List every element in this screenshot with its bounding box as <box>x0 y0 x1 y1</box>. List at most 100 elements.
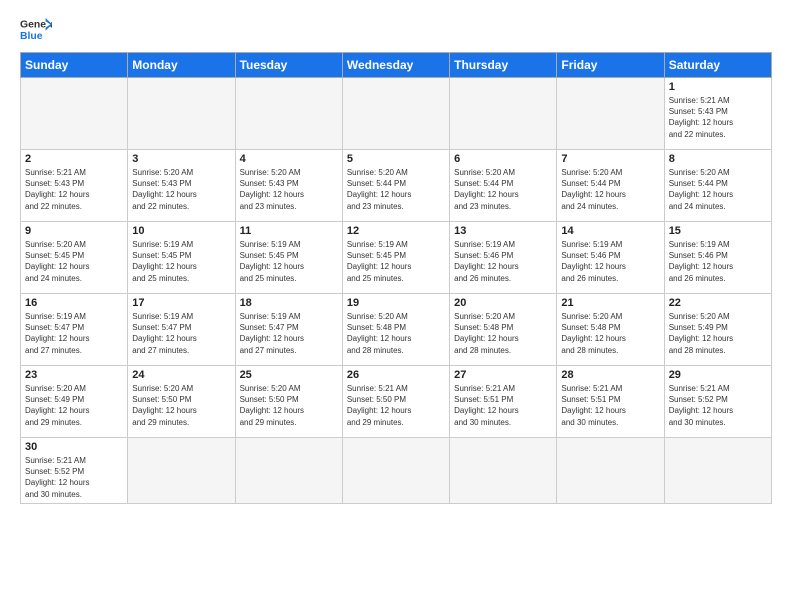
day-number: 6 <box>454 153 552 165</box>
header: General Blue <box>20 16 772 44</box>
calendar-cell: 16Sunrise: 5:19 AM Sunset: 5:47 PM Dayli… <box>21 294 128 366</box>
day-header-row: SundayMondayTuesdayWednesdayThursdayFrid… <box>21 53 772 78</box>
calendar-cell: 9 Sunrise: 5:20 AM Sunset: 5:45 PM Daylig… <box>21 222 128 294</box>
day-of-week-sunday: Sunday <box>21 53 128 78</box>
day-of-week-saturday: Saturday <box>664 53 771 78</box>
calendar-cell <box>128 78 235 150</box>
calendar-cell <box>450 78 557 150</box>
day-number: 2 <box>25 153 123 165</box>
day-number: 18 <box>240 297 338 309</box>
calendar-cell <box>128 438 235 504</box>
calendar-cell <box>235 438 342 504</box>
calendar-cell <box>450 438 557 504</box>
calendar-cell <box>557 438 664 504</box>
day-number: 9 <box>25 225 123 237</box>
calendar-cell: 29 Sunrise: 5:21 AM Sunset: 5:52 PM Dayli… <box>664 366 771 438</box>
day-info: Sunrise: 5:19 AM Sunset: 5:45 PM Dayligh… <box>240 239 338 284</box>
calendar-cell: 10 Sunrise: 5:19 AM Sunset: 5:45 PM Dayli… <box>128 222 235 294</box>
calendar-cell <box>21 78 128 150</box>
day-info: Sunrise: 5:19 AM Sunset: 5:46 PM Dayligh… <box>669 239 767 284</box>
calendar-cell: 24Sunrise: 5:20 AM Sunset: 5:50 PM Dayli… <box>128 366 235 438</box>
day-number: 22 <box>669 297 767 309</box>
calendar-cell: 12 Sunrise: 5:19 AM Sunset: 5:45 PM Dayli… <box>342 222 449 294</box>
day-info: Sunrise: 5:21 AM Sunset: 5:51 PM Dayligh… <box>454 383 552 428</box>
calendar-cell: 20 Sunrise: 5:20 AM Sunset: 5:48 PM Dayli… <box>450 294 557 366</box>
calendar-cell: 14 Sunrise: 5:19 AM Sunset: 5:46 PM Dayli… <box>557 222 664 294</box>
day-number: 1 <box>669 81 767 93</box>
calendar-cell <box>235 78 342 150</box>
day-number: 15 <box>669 225 767 237</box>
day-info: Sunrise: 5:20 AM Sunset: 5:44 PM Dayligh… <box>669 167 767 212</box>
day-number: 10 <box>132 225 230 237</box>
day-info: Sunrise: 5:21 AM Sunset: 5:52 PM Dayligh… <box>25 455 123 500</box>
calendar-cell <box>557 78 664 150</box>
day-info: Sunrise: 5:20 AM Sunset: 5:44 PM Dayligh… <box>561 167 659 212</box>
day-info: Sunrise: 5:19 AM Sunset: 5:47 PM Dayligh… <box>240 311 338 356</box>
day-number: 17 <box>132 297 230 309</box>
svg-text:Blue: Blue <box>20 31 43 42</box>
calendar-cell <box>342 438 449 504</box>
week-row-6: 30Sunrise: 5:21 AM Sunset: 5:52 PM Dayli… <box>21 438 772 504</box>
calendar-cell: 27Sunrise: 5:21 AM Sunset: 5:51 PM Dayli… <box>450 366 557 438</box>
calendar-cell: 1 Sunrise: 5:21 AM Sunset: 5:43 PM Daylig… <box>664 78 771 150</box>
day-info: Sunrise: 5:21 AM Sunset: 5:43 PM Dayligh… <box>669 95 767 140</box>
week-row-1: 1 Sunrise: 5:21 AM Sunset: 5:43 PM Daylig… <box>21 78 772 150</box>
day-number: 11 <box>240 225 338 237</box>
logo: General Blue <box>20 16 52 44</box>
day-info: Sunrise: 5:20 AM Sunset: 5:48 PM Dayligh… <box>454 311 552 356</box>
day-info: Sunrise: 5:19 AM Sunset: 5:46 PM Dayligh… <box>561 239 659 284</box>
day-info: Sunrise: 5:20 AM Sunset: 5:50 PM Dayligh… <box>240 383 338 428</box>
day-info: Sunrise: 5:21 AM Sunset: 5:51 PM Dayligh… <box>561 383 659 428</box>
day-info: Sunrise: 5:21 AM Sunset: 5:50 PM Dayligh… <box>347 383 445 428</box>
week-row-3: 9 Sunrise: 5:20 AM Sunset: 5:45 PM Daylig… <box>21 222 772 294</box>
week-row-2: 2 Sunrise: 5:21 AM Sunset: 5:43 PM Daylig… <box>21 150 772 222</box>
day-info: Sunrise: 5:20 AM Sunset: 5:45 PM Dayligh… <box>25 239 123 284</box>
calendar-cell: 25 Sunrise: 5:20 AM Sunset: 5:50 PM Dayli… <box>235 366 342 438</box>
day-info: Sunrise: 5:20 AM Sunset: 5:49 PM Dayligh… <box>669 311 767 356</box>
day-number: 25 <box>240 369 338 381</box>
day-of-week-monday: Monday <box>128 53 235 78</box>
day-number: 28 <box>561 369 659 381</box>
day-info: Sunrise: 5:20 AM Sunset: 5:48 PM Dayligh… <box>561 311 659 356</box>
day-info: Sunrise: 5:19 AM Sunset: 5:47 PM Dayligh… <box>132 311 230 356</box>
day-of-week-thursday: Thursday <box>450 53 557 78</box>
day-info: Sunrise: 5:19 AM Sunset: 5:45 PM Dayligh… <box>132 239 230 284</box>
day-number: 4 <box>240 153 338 165</box>
day-number: 12 <box>347 225 445 237</box>
day-of-week-friday: Friday <box>557 53 664 78</box>
day-of-week-tuesday: Tuesday <box>235 53 342 78</box>
day-info: Sunrise: 5:19 AM Sunset: 5:45 PM Dayligh… <box>347 239 445 284</box>
calendar-cell: 11 Sunrise: 5:19 AM Sunset: 5:45 PM Dayli… <box>235 222 342 294</box>
calendar-cell: 21 Sunrise: 5:20 AM Sunset: 5:48 PM Dayli… <box>557 294 664 366</box>
calendar-cell: 19 Sunrise: 5:20 AM Sunset: 5:48 PM Dayli… <box>342 294 449 366</box>
calendar-cell: 26Sunrise: 5:21 AM Sunset: 5:50 PM Dayli… <box>342 366 449 438</box>
day-number: 19 <box>347 297 445 309</box>
day-number: 14 <box>561 225 659 237</box>
calendar-cell: 15 Sunrise: 5:19 AM Sunset: 5:46 PM Dayli… <box>664 222 771 294</box>
calendar-cell: 13Sunrise: 5:19 AM Sunset: 5:46 PM Dayli… <box>450 222 557 294</box>
calendar-cell: 30Sunrise: 5:21 AM Sunset: 5:52 PM Dayli… <box>21 438 128 504</box>
calendar-cell <box>342 78 449 150</box>
day-info: Sunrise: 5:20 AM Sunset: 5:48 PM Dayligh… <box>347 311 445 356</box>
day-info: Sunrise: 5:20 AM Sunset: 5:43 PM Dayligh… <box>240 167 338 212</box>
day-number: 13 <box>454 225 552 237</box>
day-info: Sunrise: 5:21 AM Sunset: 5:52 PM Dayligh… <box>669 383 767 428</box>
calendar-cell: 7 Sunrise: 5:20 AM Sunset: 5:44 PM Daylig… <box>557 150 664 222</box>
day-number: 7 <box>561 153 659 165</box>
calendar-cell: 8Sunrise: 5:20 AM Sunset: 5:44 PM Daylig… <box>664 150 771 222</box>
calendar-cell: 4 Sunrise: 5:20 AM Sunset: 5:43 PM Daylig… <box>235 150 342 222</box>
calendar-cell <box>664 438 771 504</box>
calendar-cell: 23Sunrise: 5:20 AM Sunset: 5:49 PM Dayli… <box>21 366 128 438</box>
day-number: 16 <box>25 297 123 309</box>
day-number: 5 <box>347 153 445 165</box>
week-row-4: 16 Sunrise: 5:19 AM Sunset: 5:47 PM Dayli… <box>21 294 772 366</box>
day-number: 20 <box>454 297 552 309</box>
day-info: Sunrise: 5:20 AM Sunset: 5:43 PM Dayligh… <box>132 167 230 212</box>
day-number: 23 <box>25 369 123 381</box>
day-number: 3 <box>132 153 230 165</box>
day-info: Sunrise: 5:21 AM Sunset: 5:43 PM Dayligh… <box>25 167 123 212</box>
day-number: 21 <box>561 297 659 309</box>
calendar-cell: 6Sunrise: 5:20 AM Sunset: 5:44 PM Daylig… <box>450 150 557 222</box>
day-number: 29 <box>669 369 767 381</box>
day-number: 24 <box>132 369 230 381</box>
